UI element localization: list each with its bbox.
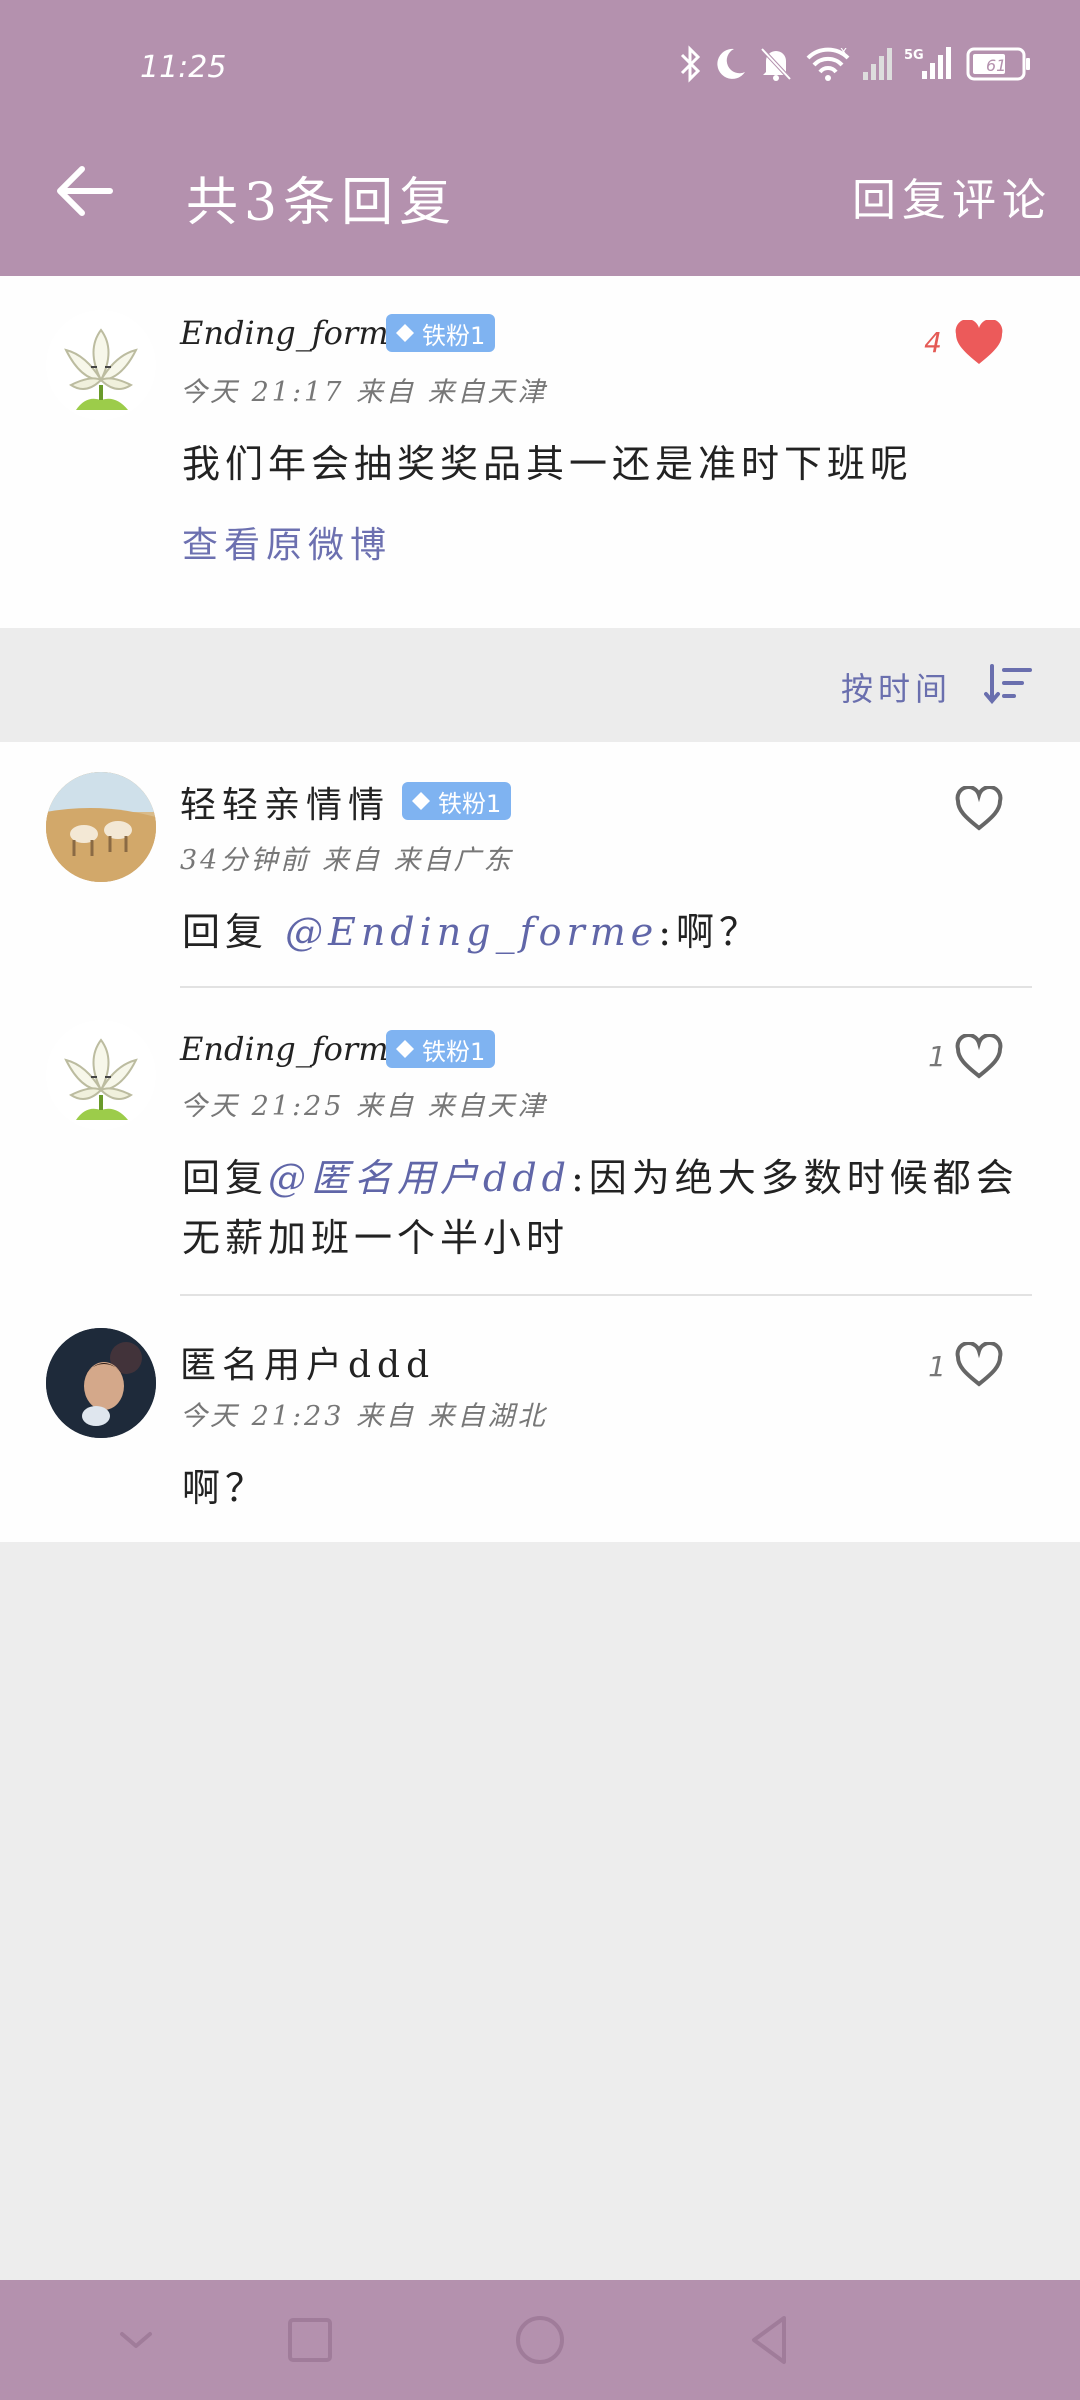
- username[interactable]: 轻轻亲情情: [180, 776, 390, 828]
- avatar[interactable]: [46, 310, 156, 420]
- nav-recents-icon[interactable]: [280, 2310, 340, 2370]
- badge-label: 铁粉1: [422, 1037, 486, 1066]
- mute-bell-icon: [760, 47, 792, 81]
- heart-icon[interactable]: [954, 1034, 1004, 1080]
- like-count: 1: [928, 1350, 946, 1383]
- avatar[interactable]: [46, 1328, 156, 1438]
- username[interactable]: Ending_forme: [180, 1030, 407, 1068]
- nav-down-icon[interactable]: [106, 2310, 166, 2370]
- username[interactable]: 匿名用户ddd: [180, 1336, 435, 1388]
- moon-icon: [717, 48, 745, 79]
- comment-meta: 今天 21:17 来自 来自天津: [180, 377, 548, 408]
- comment-meta: 今天 21:25 来自 来自天津: [180, 1091, 548, 1122]
- comment-text: 我们年会抽奖奖品其一还是准时下班呢: [182, 442, 914, 486]
- replies-list: 轻轻亲情情 铁粉1 34分钟前 来自 来自广东 回复 @Ending_forme…: [0, 742, 1080, 1542]
- comment-text: 回复@匿名用户ddd:因为绝大多数时候都会无薪加班一个半小时: [182, 1148, 1022, 1268]
- signal-icon: [863, 48, 892, 80]
- battery-icon: 61: [966, 47, 1030, 81]
- lily-avatar-icon: [64, 1038, 138, 1120]
- svg-text:5G: 5G: [904, 48, 924, 63]
- reply-comment-button[interactable]: 回复评论: [852, 164, 1052, 228]
- signal-5g-icon: 5G: [904, 47, 951, 79]
- reply-body: :啊？: [658, 910, 763, 954]
- nav-home-icon[interactable]: [510, 2310, 570, 2370]
- mention-link[interactable]: @匿名用户ddd: [268, 1156, 571, 1200]
- sort-icon[interactable]: [984, 664, 1032, 704]
- gem-icon: [396, 1040, 414, 1058]
- comment-text: 啊？: [182, 1466, 269, 1510]
- comment-text: 回复 @Ending_forme:啊？: [182, 902, 762, 962]
- status-time: 11:25: [140, 50, 227, 85]
- portrait-avatar-icon: [46, 1328, 156, 1438]
- badge-label: 铁粉1: [422, 321, 486, 350]
- page-title: 共3条回复: [186, 173, 458, 233]
- divider: [180, 1294, 1032, 1296]
- original-comment-card: Ending_forme 铁粉1 今天 21:17 来自 来自天津 4 我们年会…: [0, 276, 1080, 628]
- heart-icon[interactable]: [954, 1342, 1004, 1388]
- fan-badge: 铁粉1: [386, 314, 496, 352]
- heart-icon[interactable]: [954, 320, 1004, 366]
- divider: [180, 986, 1032, 988]
- fan-badge: 铁粉1: [386, 1030, 496, 1068]
- comment-meta: 34分钟前 来自 来自广东: [180, 845, 514, 876]
- status-bar: 11:25 x 5G 61: [0, 0, 1080, 130]
- username[interactable]: Ending_forme: [180, 314, 407, 352]
- avatar[interactable]: [46, 772, 156, 882]
- camel-avatar-icon: [46, 772, 156, 882]
- gem-icon: [396, 324, 414, 342]
- comment-meta: 今天 21:23 来自 来自湖北: [180, 1401, 548, 1432]
- nav-back-icon[interactable]: [740, 2310, 800, 2370]
- reply-prefix: 回复: [182, 910, 286, 954]
- bluetooth-icon: [680, 45, 701, 83]
- mention-link[interactable]: @Ending_forme: [285, 910, 658, 954]
- back-arrow-icon[interactable]: [52, 156, 122, 226]
- top-header: 11:25 x 5G 61 共3条回复 回复评论: [0, 0, 1080, 276]
- like-count: 4: [924, 326, 942, 359]
- system-nav-bar: [0, 2280, 1080, 2400]
- view-original-link[interactable]: 查看原微博: [182, 516, 392, 568]
- reply-prefix: 回复: [182, 1156, 269, 1200]
- like-count: 1: [928, 1040, 946, 1073]
- gem-icon: [412, 792, 430, 810]
- wifi-icon: x: [806, 45, 850, 81]
- avatar[interactable]: [46, 1020, 156, 1130]
- badge-label: 铁粉1: [438, 789, 502, 818]
- svg-text:x: x: [840, 45, 847, 58]
- fan-badge: 铁粉1: [402, 782, 512, 820]
- sort-by-time-button[interactable]: 按时间: [841, 664, 952, 710]
- status-icons: x 5G 61: [678, 42, 1032, 86]
- lily-avatar-icon: [64, 328, 138, 410]
- heart-icon[interactable]: [954, 786, 1004, 832]
- battery-level: 61: [986, 56, 1006, 75]
- sort-bar: 按时间: [0, 628, 1080, 742]
